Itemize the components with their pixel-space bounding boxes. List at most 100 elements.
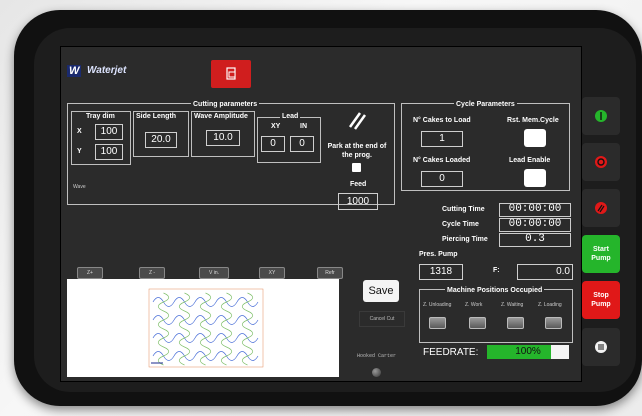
tray-y-input[interactable]: 100 bbox=[95, 144, 123, 160]
wave-path-v bbox=[241, 346, 254, 366]
tab-z-plus[interactable]: Z+ bbox=[77, 267, 103, 279]
wave-path-v bbox=[241, 328, 254, 348]
power-on-button[interactable] bbox=[582, 97, 620, 135]
wave-path-v bbox=[220, 310, 233, 330]
machine-positions-group bbox=[419, 289, 573, 343]
wave-path-v bbox=[157, 346, 170, 366]
position-label-loading: Z. Loading bbox=[538, 302, 562, 308]
wave-amplitude-input[interactable]: 10.0 bbox=[206, 130, 240, 146]
f-label: F: bbox=[493, 267, 500, 274]
wave-path-v bbox=[220, 292, 233, 312]
position-label-unloading: Z. Unloading bbox=[423, 302, 452, 308]
park-icon[interactable] bbox=[346, 109, 368, 131]
wave-path-v bbox=[199, 310, 212, 330]
hmi-screen: W Waterjet Cutting parameters Tray dim X… bbox=[60, 46, 582, 382]
feedrate-value: 100% bbox=[515, 346, 541, 357]
f-value: 0.0 bbox=[517, 264, 573, 280]
tab-xy[interactable]: XY bbox=[259, 267, 285, 279]
lead-xy-input[interactable]: 0 bbox=[261, 136, 285, 152]
wave-path-v bbox=[220, 346, 233, 366]
wave-path-v bbox=[178, 328, 191, 348]
position-indicator-waiting bbox=[507, 317, 524, 329]
pres-pump-value: 1318 bbox=[419, 264, 463, 280]
feed-input[interactable]: 1000 bbox=[338, 193, 378, 210]
position-indicator-unloading bbox=[429, 317, 446, 329]
document-icon-button[interactable] bbox=[211, 60, 251, 88]
position-label-waiting: Z. Waiting bbox=[501, 302, 524, 308]
cakes-loaded-input[interactable]: 0 bbox=[421, 171, 463, 187]
cycle-time-label: Cycle Time bbox=[442, 221, 479, 228]
wave-path-v bbox=[199, 328, 212, 348]
wave-path-v bbox=[241, 292, 254, 312]
start-pump-button[interactable]: Start Pump bbox=[582, 235, 620, 273]
app-logo: W Waterjet bbox=[65, 61, 145, 83]
machine-positions-title: Machine Positions Occupied bbox=[445, 287, 545, 294]
lead-in-input[interactable]: 0 bbox=[290, 136, 314, 152]
logo-text: Waterjet bbox=[87, 65, 127, 76]
side-length-label: Side Length bbox=[136, 113, 177, 120]
cakes-to-load-input[interactable]: 1 bbox=[421, 131, 463, 147]
rst-mem-cycle-button[interactable] bbox=[524, 129, 546, 147]
position-indicator-loading bbox=[545, 317, 562, 329]
cycle-parameters-title: Cycle Parameters bbox=[454, 101, 517, 108]
wave-path-v bbox=[157, 310, 170, 330]
piercing-time-label: Piercing Time bbox=[442, 236, 488, 243]
side-length-input[interactable]: 20.0 bbox=[145, 132, 177, 148]
reset-button[interactable] bbox=[582, 189, 620, 227]
start-pump-label: Start Pump bbox=[591, 246, 611, 262]
cancel-cut-button[interactable]: Cancel Cut bbox=[359, 311, 405, 327]
tab-z-minus[interactable]: Z - bbox=[139, 267, 165, 279]
lead-enable-button[interactable] bbox=[524, 169, 546, 187]
wave-label: Wave bbox=[73, 184, 86, 190]
lead-in-label: IN bbox=[300, 123, 307, 130]
rst-mem-cycle-label: Rst. Mem.Cycle bbox=[507, 117, 559, 124]
stop-pump-label: Stop Pump bbox=[591, 292, 611, 308]
lead-xy-label: XY bbox=[271, 123, 281, 130]
cycle-time-value: 00:00:00 bbox=[499, 218, 571, 232]
logo-mark: W bbox=[67, 65, 82, 77]
document-icon bbox=[226, 67, 236, 80]
wave-pattern-preview bbox=[148, 288, 264, 368]
park-slash-icon bbox=[348, 112, 367, 130]
wave-path-v bbox=[157, 328, 170, 348]
power-off-button[interactable] bbox=[582, 143, 620, 181]
tab-refr[interactable]: Refr bbox=[317, 267, 343, 279]
feedrate-label: FEEDRATE: bbox=[423, 347, 479, 358]
feed-label: Feed bbox=[350, 181, 367, 188]
tray-dim-label: Tray dim bbox=[86, 113, 115, 120]
hooked-carter-label: Hooked Carter bbox=[357, 353, 397, 359]
park-label: Park at the end of the prog. bbox=[327, 143, 387, 159]
wave-path-v bbox=[178, 346, 191, 366]
wave-path-v bbox=[199, 346, 212, 366]
wave-amplitude-label: Wave Amplitude bbox=[194, 113, 248, 120]
cakes-loaded-label: N° Cakes Loaded bbox=[413, 157, 471, 164]
cutting-time-value: 00:00:00 bbox=[499, 203, 571, 217]
hooked-carter-indicator bbox=[372, 368, 381, 377]
menu-button[interactable] bbox=[582, 328, 620, 366]
stop-pump-button[interactable]: Stop Pump bbox=[582, 281, 620, 319]
tray-x-input[interactable]: 100 bbox=[95, 124, 123, 140]
reset-slash-icon bbox=[595, 202, 607, 214]
power-on-icon bbox=[595, 110, 607, 122]
lead-label: Lead bbox=[280, 113, 301, 120]
park-checkbox[interactable] bbox=[352, 163, 361, 172]
wave-path-v bbox=[157, 292, 170, 312]
position-indicator-work bbox=[469, 317, 486, 329]
cut-preview-canvas bbox=[67, 279, 339, 377]
cutting-parameters-title: Cutting parameters bbox=[191, 101, 260, 108]
tray-x-label: X bbox=[77, 128, 82, 135]
tray-y-label: Y bbox=[77, 148, 82, 155]
position-label-work: Z. Work bbox=[465, 302, 483, 308]
lead-enable-label: Lead Enable bbox=[509, 157, 551, 164]
tab-v-in[interactable]: V in. bbox=[199, 267, 229, 279]
save-button[interactable]: Save bbox=[363, 280, 399, 302]
cakes-to-load-label: N° Cakes to Load bbox=[413, 117, 471, 124]
pres-pump-label: Pres. Pump bbox=[419, 251, 458, 258]
piercing-time-value[interactable]: 0.3 bbox=[499, 233, 571, 247]
wave-path-v bbox=[199, 292, 212, 312]
wave-path-v bbox=[178, 310, 191, 330]
wave-path-v bbox=[241, 310, 254, 330]
wave-path-v bbox=[220, 328, 233, 348]
feedrate-bar: 100% bbox=[487, 345, 569, 359]
menu-icon bbox=[595, 341, 607, 353]
